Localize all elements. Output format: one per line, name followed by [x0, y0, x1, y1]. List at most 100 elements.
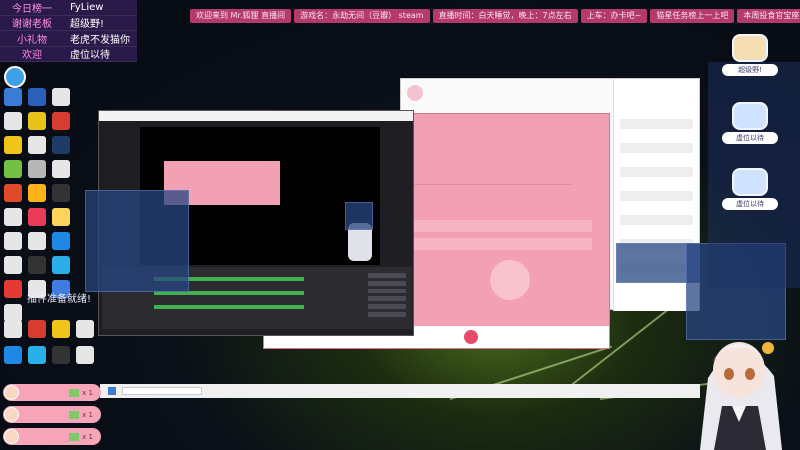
desktop-icon[interactable]	[51, 88, 71, 106]
file-icon	[52, 160, 70, 178]
avatar	[4, 66, 26, 88]
desktop-icon[interactable]	[75, 346, 95, 364]
app-icon	[52, 112, 70, 130]
info-row-top-fan: 今日榜一 FyLiew	[0, 0, 137, 16]
app-icon	[52, 346, 70, 364]
info-value: 老虎不发猫你	[70, 34, 130, 46]
app-icon	[52, 232, 70, 250]
seat-slot: 虚位以待	[722, 102, 778, 144]
desktop-icon[interactable]	[27, 160, 47, 178]
app-icon	[28, 88, 46, 106]
vtuber-character	[700, 342, 782, 450]
ticker-chip: 直播时间：白天睡觉，晚上：7点左右	[432, 9, 578, 23]
desktop-icon[interactable]	[3, 136, 23, 154]
gift-row: x 1	[3, 384, 101, 401]
desktop-icon[interactable]	[51, 208, 71, 226]
desktop-icon[interactable]	[3, 280, 23, 298]
app-icon	[28, 160, 46, 178]
list-item[interactable]	[620, 191, 693, 201]
info-board: 今日榜一 FyLiew 谢谢老板 超级野! 小礼物 老虎不发猫你 欢迎 虚位以待	[0, 0, 137, 62]
table-row[interactable]	[412, 238, 592, 250]
taskbar	[100, 384, 700, 398]
desktop-icon[interactable]	[51, 256, 71, 274]
list-item[interactable]	[620, 119, 693, 129]
start-recording-button[interactable]	[368, 280, 406, 286]
table-row[interactable]	[412, 220, 592, 232]
info-label: 欢迎	[22, 50, 42, 62]
windows-start-icon[interactable]	[108, 387, 116, 395]
divider	[412, 184, 572, 185]
desktop-icon[interactable]	[3, 160, 23, 178]
avatar	[4, 407, 19, 422]
gift-count: x 1	[82, 432, 93, 441]
ticker-bar: 欢迎来到 Mr.狐狸 直播间 游戏名：永劫无间（豆瓣） steam 直播时间：白…	[190, 9, 800, 23]
desktop-icon[interactable]	[27, 112, 47, 130]
start-streaming-button[interactable]	[368, 273, 406, 278]
chair-icon	[732, 102, 768, 130]
desktop-icon[interactable]	[27, 88, 47, 106]
desktop-icon[interactable]	[75, 320, 95, 338]
desktop-icon[interactable]	[51, 346, 71, 364]
settings-button[interactable]	[368, 304, 406, 310]
desktop-icon[interactable]	[3, 88, 23, 106]
desktop-icon[interactable]	[27, 320, 47, 338]
desktop-icon[interactable]	[3, 208, 23, 226]
ticker-chip: 游戏名：永劫无间（豆瓣） steam	[294, 9, 430, 23]
desktop-icon[interactable]	[27, 208, 47, 226]
info-row-small-gift: 小礼物 老虎不发猫你	[0, 31, 137, 47]
obs-titlebar	[99, 111, 413, 121]
studio-mode-button[interactable]	[368, 296, 406, 302]
desktop-icon[interactable]	[27, 256, 47, 274]
play-button[interactable]	[464, 330, 478, 344]
audio-meter	[154, 305, 304, 309]
app-icon	[4, 280, 22, 298]
app-icon	[28, 346, 46, 364]
desktop-icon[interactable]	[27, 136, 47, 154]
seat-slot: 超级野!	[722, 34, 778, 76]
list-item[interactable]	[620, 215, 693, 225]
desktop-icon[interactable]	[27, 346, 47, 364]
virtual-camera-button[interactable]	[368, 288, 406, 294]
list-item[interactable]	[620, 167, 693, 177]
desktop-icon-grid	[3, 88, 91, 322]
desktop-icon[interactable]	[51, 320, 71, 338]
app-icon	[28, 208, 46, 226]
search-input[interactable]	[122, 387, 202, 395]
file-icon	[52, 88, 70, 106]
desktop-icon[interactable]	[3, 112, 23, 130]
desktop-icon[interactable]	[27, 184, 47, 202]
avatar	[4, 385, 19, 400]
avatar	[4, 429, 19, 444]
folder-icon	[52, 320, 70, 338]
ticker-chip: 本周投食官宝座	[737, 9, 800, 23]
list-item[interactable]	[620, 143, 693, 153]
app-icon	[52, 208, 70, 226]
seat-label: 虚位以待	[722, 132, 778, 144]
desktop-icon[interactable]	[3, 256, 23, 274]
desktop-icon[interactable]	[51, 160, 71, 178]
desktop-icon[interactable]	[27, 232, 47, 250]
desktop-icon[interactable]	[51, 184, 71, 202]
file-icon	[76, 320, 94, 338]
app-icon	[4, 184, 22, 202]
app-icon	[4, 160, 22, 178]
desktop-icon[interactable]	[3, 346, 23, 364]
cherry-decoration	[490, 260, 530, 300]
app-icon	[4, 88, 22, 106]
desktop-icon[interactable]	[3, 232, 23, 250]
ticker-chip: 上车：办卡吧~	[580, 9, 648, 23]
info-row-thanks: 谢谢老板 超级野!	[0, 16, 137, 31]
file-icon	[28, 232, 46, 250]
info-value: 虚位以待	[70, 50, 110, 62]
desktop-icon[interactable]	[51, 136, 71, 154]
desktop-icon[interactable]	[51, 232, 71, 250]
app-icon	[28, 112, 46, 130]
gift-count: x 1	[82, 388, 93, 397]
desktop-icon[interactable]	[3, 320, 23, 338]
desktop-icon[interactable]	[51, 112, 71, 130]
info-label: 今日榜一	[12, 3, 52, 15]
character-hair-clip	[762, 342, 774, 354]
desktop-icon[interactable]	[3, 184, 23, 202]
character-eye	[724, 368, 734, 380]
exit-button[interactable]	[368, 312, 406, 317]
